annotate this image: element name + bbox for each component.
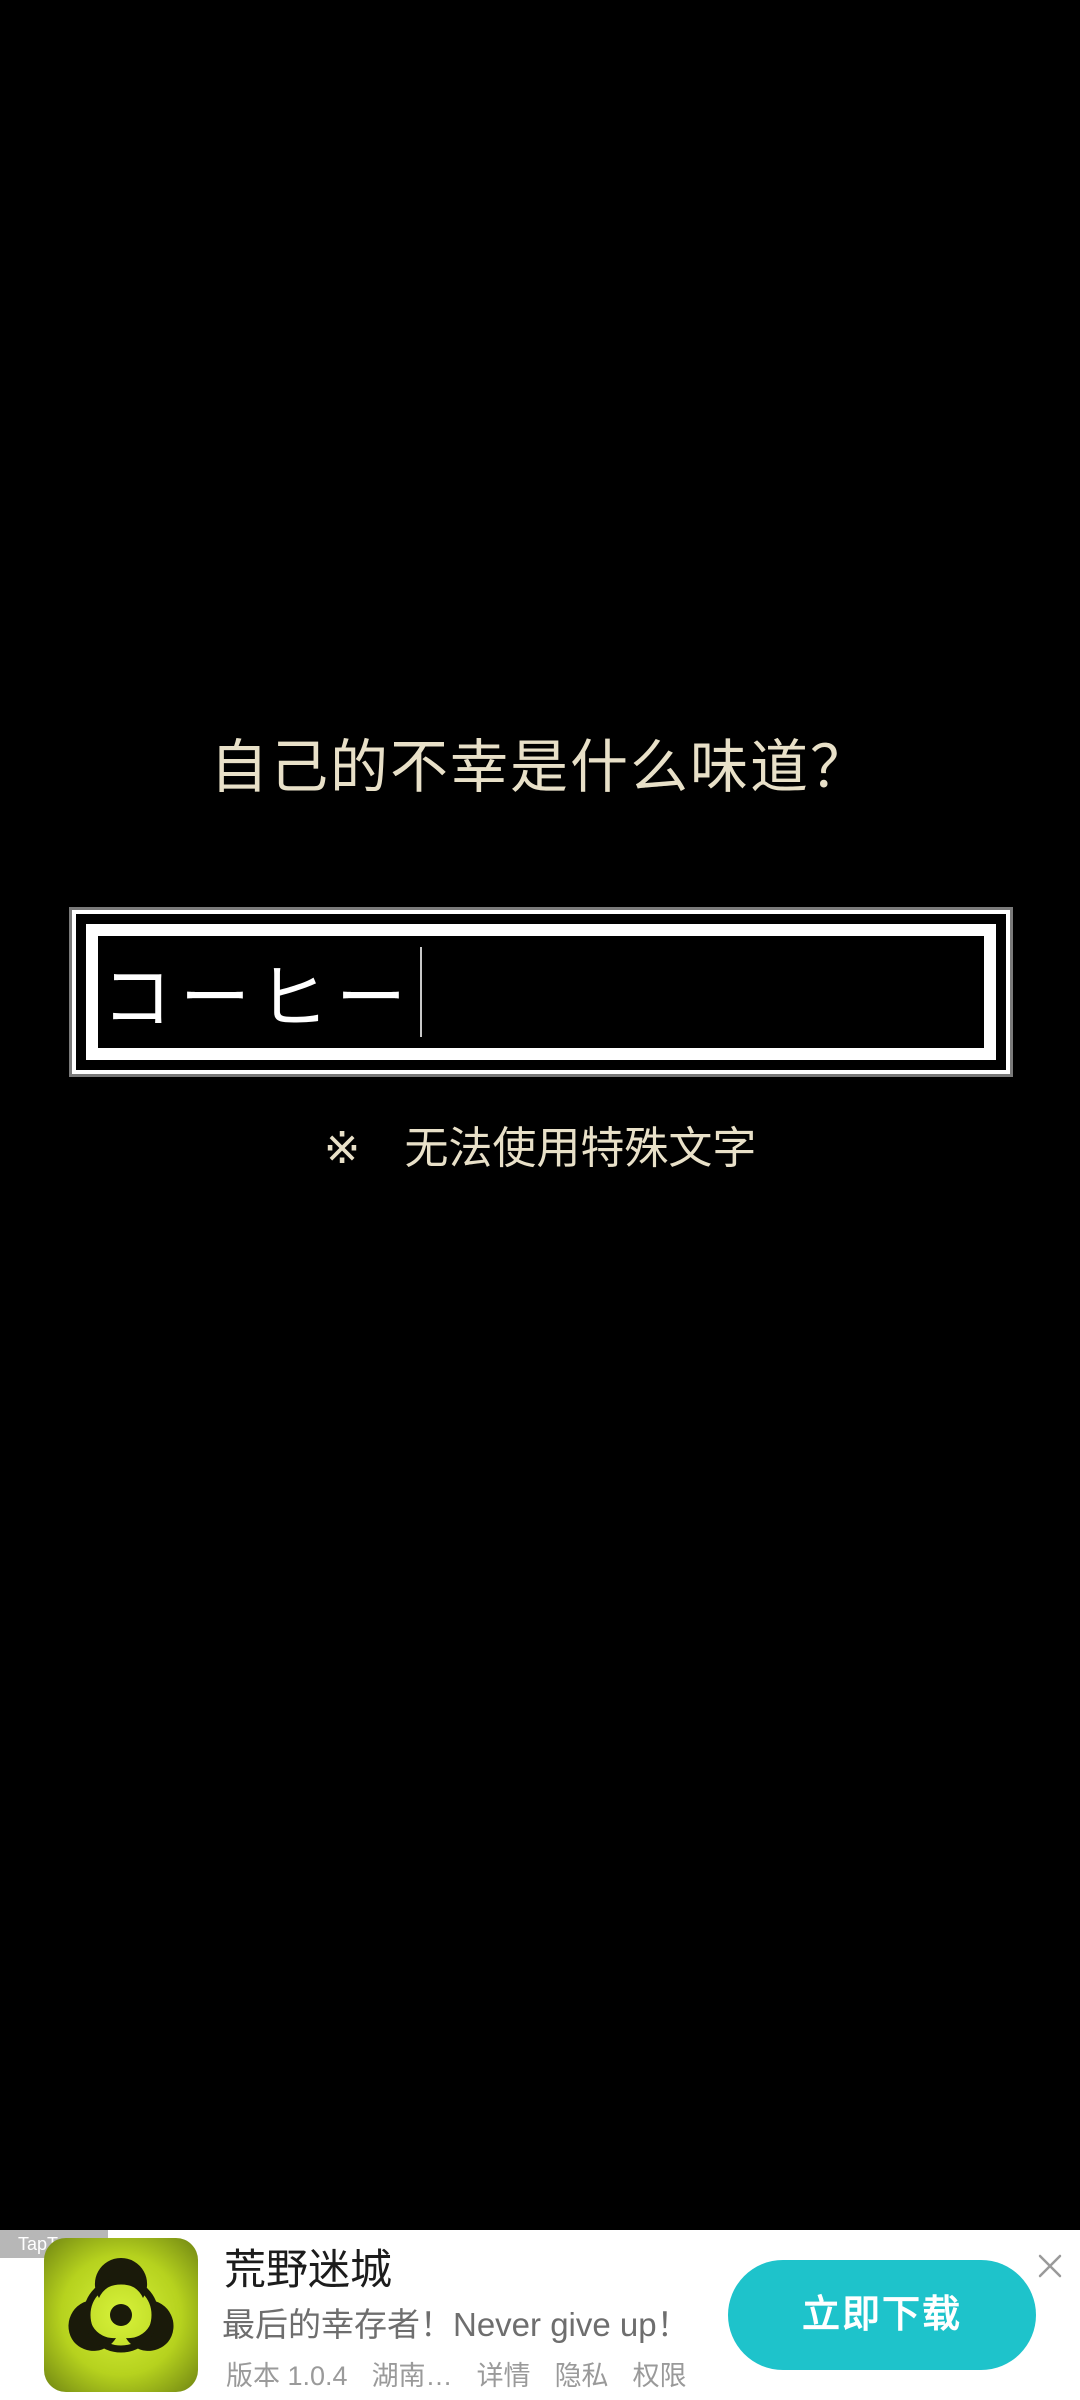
text-caret xyxy=(420,947,422,1037)
ad-developer: 湖南… xyxy=(371,2361,453,2391)
ad-privacy-link[interactable]: 隐私 xyxy=(555,2354,609,2393)
close-icon[interactable] xyxy=(1034,2250,1066,2282)
ad-subtitle: 最后的幸存者！Never give up！ xyxy=(222,2306,690,2343)
biohazard-icon[interactable] xyxy=(44,2238,198,2392)
ad-meta-row: 版本 1.0.4 湖南… 详情 隐私 权限 xyxy=(226,2354,687,2393)
ad-app-name[interactable]: 荒野迷城 xyxy=(224,2236,392,2297)
game-screen: 自己的不幸是什么味道？ コーヒー ※ 无法使用特殊文字 xyxy=(0,0,1080,2230)
answer-input-value: コーヒー xyxy=(102,956,414,1039)
input-note: ※ 无法使用特殊文字 xyxy=(0,1112,1080,1176)
ad-permissions-link[interactable]: 权限 xyxy=(633,2354,687,2393)
answer-input-inner[interactable]: コーヒー xyxy=(86,924,996,1060)
ad-banner[interactable]: TapTap 荒野迷城 最后的幸存者！Never give up！ 版本 1.0… xyxy=(0,2230,1080,2400)
download-now-button[interactable]: 立即下载 xyxy=(728,2260,1036,2370)
ad-details-link[interactable]: 详情 xyxy=(477,2354,531,2393)
note-text: 无法使用特殊文字 xyxy=(404,1123,757,1174)
answer-input-frame[interactable]: コーヒー xyxy=(69,907,1013,1077)
answer-input[interactable]: コーヒー xyxy=(98,936,984,1048)
ad-version: 版本 1.0.4 xyxy=(226,2361,348,2391)
note-mark: ※ xyxy=(323,1123,361,1174)
question-prompt: 自己的不幸是什么味道？ xyxy=(209,733,870,801)
